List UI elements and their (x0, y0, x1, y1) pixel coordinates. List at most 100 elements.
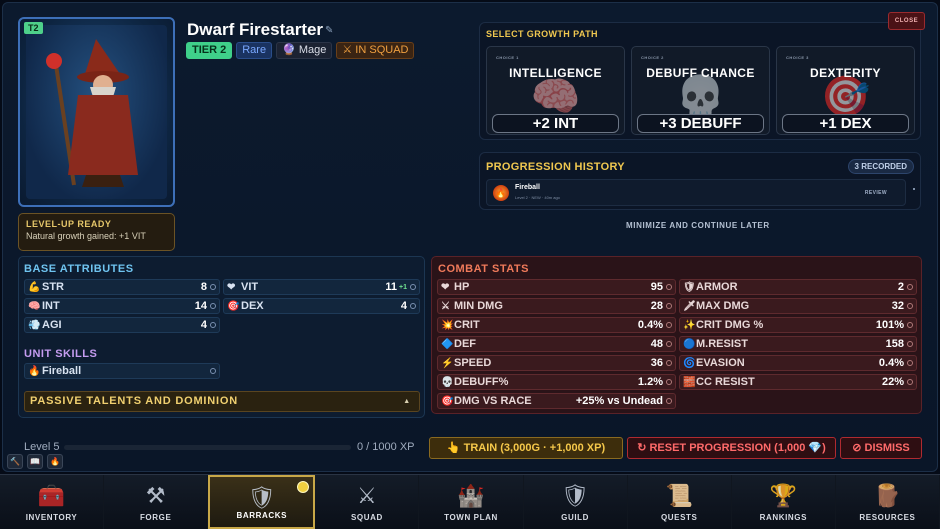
nav-label: RESOURCES (859, 513, 916, 522)
stat-value: 0.4% (637, 319, 663, 331)
nav-guild[interactable]: 🛡 GUILD (524, 475, 628, 529)
info-icon[interactable] (410, 303, 416, 309)
stat-m-resist: 🔵 M.RESIST 158 (679, 336, 917, 352)
target-icon: 🎯 (441, 396, 454, 407)
attr-value: 8 (200, 281, 207, 293)
passive-talents-label: PASSIVE TALENTS AND DOMINION (30, 395, 238, 407)
sparkle-icon: ✨ (683, 320, 696, 331)
dismiss-button[interactable]: ⊘ DISMISS (840, 437, 922, 459)
choice-value: +2 INT (492, 114, 619, 133)
attr-label: STR (42, 281, 64, 293)
choice-name: INTELLIGENCE (509, 66, 602, 80)
hero-name: Dwarf Firestarter (187, 20, 324, 39)
info-icon[interactable] (210, 322, 216, 328)
quick-tool-hammer-icon[interactable]: 🔨 (7, 454, 23, 469)
growth-choice-debuff[interactable]: CHOICE 2 💀 DEBUFF CHANCE +3 DEBUFF (631, 46, 770, 135)
info-icon[interactable] (666, 360, 672, 366)
guild-icon: 🛡 (561, 483, 590, 508)
gem-icon: 💎 (808, 442, 823, 454)
target-icon: 🎯 (227, 301, 240, 312)
stat-label: DMG VS RACE (454, 395, 532, 407)
info-icon[interactable] (907, 360, 913, 366)
progression-history-panel: PROGRESSION HISTORY 3 RECORDED 🔥 Firebal… (479, 152, 921, 210)
info-icon[interactable] (666, 341, 672, 347)
orb-icon: 🔵 (683, 339, 696, 350)
scroll-indicator[interactable] (913, 188, 915, 190)
reset-progression-button[interactable]: ↻ RESET PROGRESSION (1,000 💎) (627, 437, 836, 459)
base-attributes-title: BASE ATTRIBUTES (24, 263, 134, 275)
minimize-link[interactable]: MINIMIZE AND CONTINUE LATER (626, 221, 770, 230)
stat-label: CRIT (454, 319, 480, 331)
train-button[interactable]: 👆 TRAIN (3,000G · +1,000 XP) (429, 437, 623, 459)
nav-label: SQUAD (350, 513, 383, 522)
quick-tool-flame-icon[interactable]: 🔥 (47, 454, 63, 469)
info-icon[interactable] (666, 379, 672, 385)
skill-fireball[interactable]: 🔥 Fireball (24, 363, 220, 379)
nav-forge[interactable]: ⚒ FORGE (104, 475, 209, 529)
close-button[interactable]: CLOSE (888, 12, 925, 30)
squad-badge: ⚔ IN SQUAD (336, 42, 415, 59)
nav-resources[interactable]: 🪵 RESOURCES (836, 475, 940, 529)
portrait-art (26, 25, 167, 199)
attr-label: DEX (241, 300, 264, 312)
nav-barracks[interactable]: 🛡 BARRACKS (208, 475, 316, 529)
unit-skills-title: UNIT SKILLS (24, 348, 98, 360)
review-button[interactable]: REVIEW (865, 190, 887, 196)
stat-armor: 🛡 ARMOR 2 (679, 279, 917, 295)
info-icon[interactable] (907, 341, 913, 347)
base-attributes-panel: BASE ATTRIBUTES 💪 STR 8 ❤ VIT 11 +1 🧠 IN… (18, 256, 425, 418)
nav-quests[interactable]: 📜 QUESTS (628, 475, 732, 529)
info-icon[interactable] (666, 303, 672, 309)
nav-inventory[interactable]: 🧰 INVENTORY (0, 475, 105, 529)
nav-label: TOWN PLAN (444, 513, 498, 522)
nav-town-plan[interactable]: 🏰 TOWN PLAN (419, 475, 524, 529)
combat-stats-title: COMBAT STATS (438, 263, 529, 275)
stat-label: DEBUFF% (454, 376, 509, 388)
sword-icon: ⚔ (441, 301, 450, 312)
growth-path-panel: SELECT GROWTH PATH CHOICE 1 🧠 INTELLIGEN… (479, 22, 921, 140)
squad-label: IN SQUAD (355, 44, 409, 56)
passive-talents-toggle[interactable]: PASSIVE TALENTS AND DOMINION ▲ (24, 391, 420, 412)
xp-progress-bar (64, 445, 351, 450)
info-icon[interactable] (666, 398, 672, 404)
attr-value: 4 (200, 319, 207, 331)
nav-squad[interactable]: ⚔ SQUAD (315, 475, 420, 529)
stat-label: DEF (454, 338, 476, 350)
info-icon[interactable] (410, 284, 416, 290)
lightning-icon: ⚡ (441, 358, 454, 369)
stat-dmg-vs-race: 🎯 DMG VS RACE +25% vs Undead (437, 393, 676, 409)
rarity-badge: Rare (236, 42, 273, 59)
crit-icon: 💥 (441, 320, 454, 331)
info-icon[interactable] (210, 368, 216, 374)
shield-icon: 🔷 (441, 339, 454, 350)
info-icon[interactable] (907, 303, 913, 309)
info-icon[interactable] (907, 284, 913, 290)
stat-value: +25% vs Undead (575, 395, 663, 407)
info-icon[interactable] (907, 379, 913, 385)
quick-tool-book-icon[interactable]: 📖 (27, 454, 43, 469)
levelup-title: LEVEL-UP READY (26, 219, 112, 229)
hero-portrait: T2 (18, 17, 175, 207)
nav-rankings[interactable]: 🏆 RANKINGS (732, 475, 836, 529)
attr-label: VIT (241, 281, 259, 293)
info-icon[interactable] (210, 303, 216, 309)
info-icon[interactable] (666, 322, 672, 328)
stat-value: 158 (885, 338, 904, 350)
stat-max-dmg: 🗡 MAX DMG 32 (679, 298, 917, 314)
stat-value: 1.2% (637, 376, 663, 388)
chest-icon: 🧰 (37, 483, 66, 508)
wall-icon: 🧱 (683, 377, 696, 388)
info-icon[interactable] (666, 284, 672, 290)
history-entry[interactable]: 🔥 Fireball Level 2 · NEW · 40m ago REVIE… (486, 179, 906, 206)
info-icon[interactable] (907, 322, 913, 328)
growth-choice-intelligence[interactable]: CHOICE 1 🧠 INTELLIGENCE +2 INT (486, 46, 625, 135)
growth-choice-dexterity[interactable]: CHOICE 3 🎯 DEXTERITY +1 DEX (776, 46, 915, 135)
nav-label: BARRACKS (236, 511, 288, 520)
stat-label: M.RESIST (696, 338, 748, 350)
choice-name: DEBUFF CHANCE (646, 66, 755, 80)
info-icon[interactable] (210, 284, 216, 290)
reset-icon: ↻ (637, 442, 650, 454)
choice-value: +3 DEBUFF (637, 114, 764, 133)
attr-value: 4 (400, 300, 407, 312)
edit-name-icon[interactable]: ✎ (325, 25, 333, 36)
